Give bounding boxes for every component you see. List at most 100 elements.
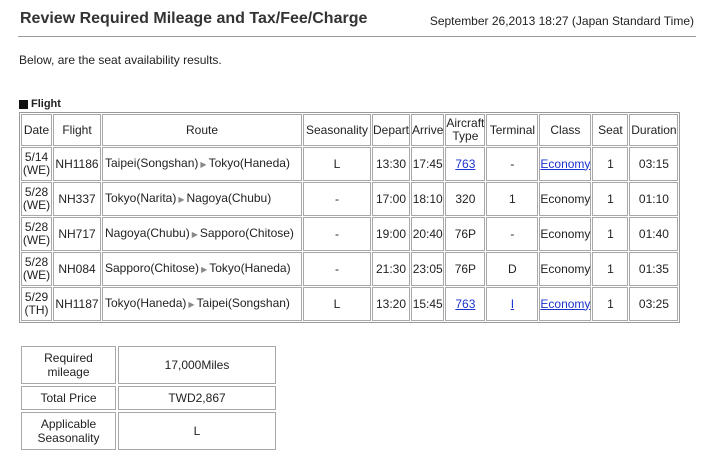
total-price-label: Total Price xyxy=(21,386,116,410)
class: Economy xyxy=(539,252,592,286)
flight-number: NH717 xyxy=(53,217,101,251)
page-title: Review Required Mileage and Tax/Fee/Char… xyxy=(20,10,368,27)
route-cell: Taipei(Songshan) ▶ Tokyo(Haneda) xyxy=(102,147,302,181)
seat-count: 1 xyxy=(592,287,629,321)
applicable-seasonality-row: Applicable Seasonality L xyxy=(21,412,276,450)
date: 5/28 xyxy=(24,220,49,234)
date: 5/14 xyxy=(24,150,49,164)
seasonality: - xyxy=(303,252,371,286)
seasonality: L xyxy=(303,147,371,181)
flight-table-header-row: Date Flight Route Seasonality Depart Arr… xyxy=(21,114,679,146)
right-triangle-arrow-icon: ▶ xyxy=(191,229,198,239)
page-header: Review Required Mileage and Tax/Fee/Char… xyxy=(18,8,696,37)
terminal: - xyxy=(486,147,539,181)
class-link[interactable]: Economy xyxy=(540,157,590,171)
route-destination: Sapporo(Chitose) xyxy=(199,226,294,241)
right-triangle-arrow-icon: ▶ xyxy=(201,264,208,274)
route-destination: Taipei(Songshan) xyxy=(196,296,290,311)
date-cell: 5/28 (WE) xyxy=(21,182,52,216)
date: 5/28 xyxy=(24,255,49,269)
route-cell: Sapporo(Chitose) ▶ Tokyo(Haneda) xyxy=(102,252,302,286)
date-cell: 5/28 (WE) xyxy=(21,217,52,251)
aircraft-type-link[interactable]: 763 xyxy=(455,157,475,171)
applicable-seasonality-value: L xyxy=(118,412,276,450)
col-header-terminal: Terminal xyxy=(486,114,539,146)
aircraft-type-cell: 763 xyxy=(445,287,486,321)
intro-text: Below, are the seat availability results… xyxy=(19,53,222,67)
day-of-week: (TH) xyxy=(24,303,49,317)
route-destination: Tokyo(Haneda) xyxy=(209,261,291,276)
page-datetime: September 26,2013 18:27 (Japan Standard … xyxy=(429,14,694,28)
right-triangle-arrow-icon: ▶ xyxy=(188,299,195,309)
class-cell: Economy xyxy=(539,147,592,181)
duration: 01:35 xyxy=(629,252,679,286)
table-row: 5/28 (WE) NH717 Nagoya(Chubu) ▶ Sapporo(Chi… xyxy=(21,217,679,251)
col-header-flight: Flight xyxy=(53,114,101,146)
flight-section-heading: Flight xyxy=(19,98,61,110)
depart-time: 17:00 xyxy=(372,182,411,216)
col-header-arrive: Arrive xyxy=(411,114,445,146)
date-cell: 5/29 (TH) xyxy=(21,287,52,321)
summary-table: Required mileage 17,000Miles Total Price … xyxy=(19,344,278,452)
applicable-seasonality-label-line1: Applicable xyxy=(40,417,97,431)
day-of-week: (WE) xyxy=(22,163,51,177)
aircraft-type: 76P xyxy=(445,252,486,286)
duration: 03:25 xyxy=(629,287,679,321)
depart-time: 13:20 xyxy=(372,287,411,321)
route-origin: Tokyo(Narita) xyxy=(105,191,177,206)
class-link[interactable]: Economy xyxy=(540,297,590,311)
duration: 01:10 xyxy=(629,182,679,216)
route-cell: Tokyo(Narita) ▶ Nagoya(Chubu) xyxy=(102,182,302,216)
table-row: 5/29 (TH) NH1187 Tokyo(Haneda) ▶ Taipei(Son… xyxy=(21,287,679,321)
seat-count: 1 xyxy=(592,252,629,286)
flight-number: NH084 xyxy=(53,252,101,286)
flight-number: NH1187 xyxy=(53,287,101,321)
terminal-cell: I xyxy=(486,287,539,321)
col-header-aircraft-line1: Aircraft xyxy=(446,116,485,130)
col-header-aircraft-type: Aircraft Type xyxy=(445,114,486,146)
required-mileage-label-line1: Required xyxy=(44,351,93,365)
black-square-icon xyxy=(19,99,28,109)
arrive-time: 18:10 xyxy=(411,182,445,216)
date: 5/29 xyxy=(24,290,49,304)
route-origin: Taipei(Songshan) xyxy=(105,156,199,171)
col-header-seat: Seat xyxy=(592,114,629,146)
date: 5/28 xyxy=(24,185,49,199)
terminal-link[interactable]: I xyxy=(511,297,514,311)
required-mileage-row: Required mileage 17,000Miles xyxy=(21,346,276,384)
applicable-seasonality-label: Applicable Seasonality xyxy=(21,412,116,450)
total-price-row: Total Price TWD2,867 xyxy=(21,386,276,410)
aircraft-type: 76P xyxy=(445,217,486,251)
depart-time: 21:30 xyxy=(372,252,411,286)
col-header-aircraft-line2: Type xyxy=(452,129,479,143)
flight-number: NH337 xyxy=(53,182,101,216)
depart-time: 19:00 xyxy=(372,217,411,251)
aircraft-type-link[interactable]: 763 xyxy=(455,297,475,311)
day-of-week: (WE) xyxy=(22,198,51,212)
table-row: 5/28 (WE) NH084 Sapporo(Chitose) ▶ Tokyo(Ha… xyxy=(21,252,679,286)
arrive-time: 15:45 xyxy=(411,287,445,321)
total-price-value: TWD2,867 xyxy=(118,386,276,410)
seat-count: 1 xyxy=(592,147,629,181)
col-header-depart: Depart xyxy=(372,114,411,146)
seat-count: 1 xyxy=(592,182,629,216)
route-cell: Tokyo(Haneda) ▶ Taipei(Songshan) xyxy=(102,287,302,321)
class: Economy xyxy=(539,182,592,216)
col-header-route: Route xyxy=(102,114,302,146)
table-row: 5/28 (WE) NH337 Tokyo(Narita) ▶ Nagoya(Chub… xyxy=(21,182,679,216)
day-of-week: (WE) xyxy=(22,268,51,282)
col-header-seasonality: Seasonality xyxy=(303,114,371,146)
arrive-time: 17:45 xyxy=(411,147,445,181)
table-row: 5/14 (WE) NH1186 Taipei(Songshan) ▶ Tokyo(H… xyxy=(21,147,679,181)
aircraft-type-cell: 763 xyxy=(445,147,486,181)
arrive-time: 20:40 xyxy=(411,217,445,251)
right-triangle-arrow-icon: ▶ xyxy=(178,194,185,204)
day-of-week: (WE) xyxy=(22,233,51,247)
required-mileage-label: Required mileage xyxy=(21,346,116,384)
date-cell: 5/14 (WE) xyxy=(21,147,52,181)
seasonality: - xyxy=(303,217,371,251)
route-origin: Nagoya(Chubu) xyxy=(105,226,190,241)
route-origin: Sapporo(Chitose) xyxy=(105,261,200,276)
flight-number: NH1186 xyxy=(53,147,101,181)
col-header-duration: Duration xyxy=(629,114,679,146)
